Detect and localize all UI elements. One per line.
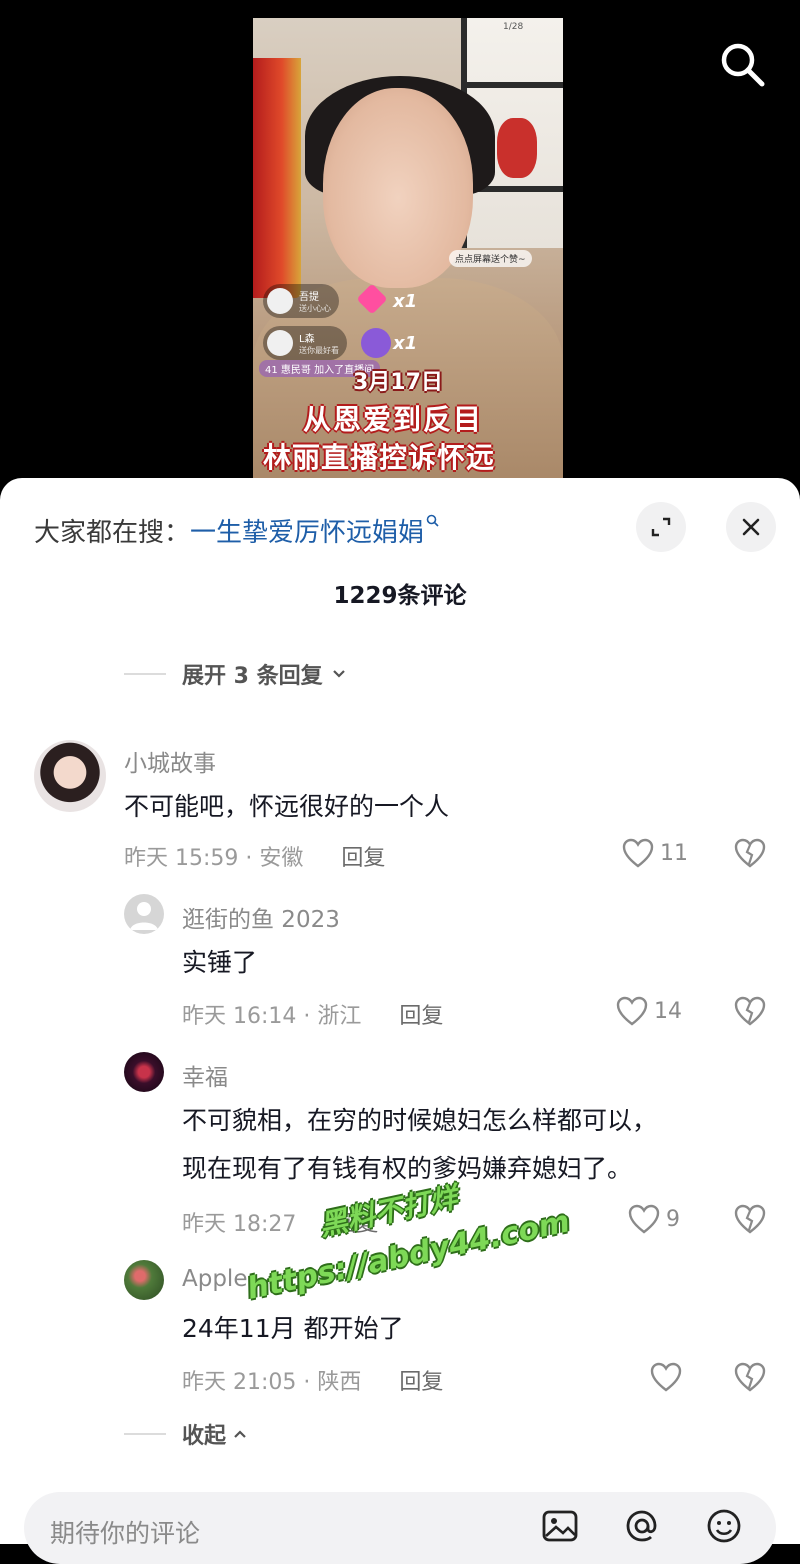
like-button[interactable]: 14 (616, 996, 682, 1026)
shelf-label: 1/28 (503, 22, 524, 32)
avatar[interactable] (124, 894, 164, 934)
avatar[interactable] (34, 740, 106, 812)
comment-time: 昨天 16:14 · 浙江 (182, 1004, 362, 1029)
gift-sub: 送你最好看 (299, 346, 339, 355)
comment-meta: 昨天 15:59 · 安徽 回复 (124, 840, 385, 872)
tap-hint: 点点屏幕送个赞~ (449, 250, 532, 267)
gift-sub: 送小心心 (299, 304, 331, 313)
close-button[interactable] (726, 502, 776, 552)
broken-heart-icon (734, 1204, 766, 1234)
comment-meta: 昨天 18:27 回复 (182, 1206, 378, 1238)
heart-icon (616, 996, 648, 1026)
chevron-up-icon (234, 1430, 246, 1438)
gift-count: x1 (393, 332, 418, 354)
dislike-button[interactable] (734, 1362, 766, 1396)
comment-text: 不可貌相，在穷的时候媳妇怎么样都可以， (182, 1106, 658, 1135)
gift-notice-1: 吾提 送小心心 (263, 284, 339, 318)
gift-user: L森 (299, 334, 315, 345)
at-icon (626, 1510, 657, 1542)
comment-count: 1229条评论 (333, 583, 467, 609)
expand-replies-label: 展开 3 条回复 (182, 664, 323, 689)
close-icon (742, 518, 760, 536)
like-count: 11 (660, 840, 688, 866)
gift-badge-icon (361, 328, 391, 358)
default-avatar-icon (130, 902, 158, 930)
like-button[interactable] (650, 1362, 682, 1392)
comment-user[interactable]: Apple (182, 1266, 247, 1292)
broken-heart-icon (734, 996, 766, 1026)
image-icon (542, 1510, 578, 1542)
gift-count: x1 (393, 290, 418, 312)
video-player[interactable]: 1/28 点点屏幕送个赞~ 吾提 送小心心 x1 L森 送你最好看 x1 41 … (0, 0, 800, 480)
reply-button[interactable]: 回复 (334, 1206, 378, 1238)
video-frame: 1/28 点点屏幕送个赞~ 吾提 送小心心 x1 L森 送你最好看 x1 41 … (253, 18, 563, 480)
heart-icon (622, 838, 654, 868)
comment-time: 昨天 18:27 (182, 1212, 297, 1237)
avatar[interactable] (124, 1260, 164, 1300)
like-count: 14 (654, 998, 682, 1024)
broken-heart-icon (734, 838, 766, 868)
comment-sheet: 大家都在搜： 一生挚爱厉怀远娟娟 1229条评论 展开 3 条回复 小城故事 不… (0, 478, 800, 1564)
comment-user[interactable]: 幸福 (182, 1058, 228, 1092)
search-button[interactable] (716, 38, 768, 90)
heart-icon (628, 1204, 660, 1234)
trending-prefix: 大家都在搜： (34, 518, 191, 548)
red-curtain (253, 58, 301, 298)
heart-icon (650, 1362, 682, 1392)
expand-icon (651, 517, 671, 537)
comment-meta: 昨天 16:14 · 浙江 回复 (182, 998, 443, 1030)
caption-date: 3月17日 (353, 370, 443, 395)
gift-user-avatar (267, 330, 293, 356)
emoji-button[interactable] (704, 1506, 744, 1546)
dislike-button[interactable] (734, 996, 766, 1030)
search-icon (721, 43, 765, 87)
comment-user[interactable]: 逛街的鱼 2023 (182, 900, 340, 934)
comment-user[interactable]: 小城故事 (124, 744, 216, 778)
comment-time: 昨天 15:59 · 安徽 (124, 846, 304, 871)
dislike-button[interactable] (734, 1204, 766, 1238)
emoji-icon (707, 1509, 741, 1543)
gift-user-avatar (267, 288, 293, 314)
like-button[interactable]: 9 (628, 1204, 680, 1234)
reply-button[interactable]: 回复 (399, 1364, 443, 1396)
broken-heart-icon (734, 1362, 766, 1392)
like-count: 9 (666, 1206, 680, 1232)
collapse-replies-button[interactable]: 收起 (124, 1418, 250, 1450)
reply-button[interactable]: 回复 (399, 998, 443, 1030)
image-button[interactable] (540, 1506, 580, 1546)
expand-sheet-button[interactable] (636, 502, 686, 552)
comment-input-placeholder: 期待你的评论 (50, 1519, 201, 1548)
expand-replies-button[interactable]: 展开 3 条回复 (124, 658, 349, 690)
gift-notice-2: L森 送你最好看 (263, 326, 347, 360)
avatar[interactable] (124, 1052, 164, 1092)
divider (124, 673, 166, 675)
comment-text: 24年11月 都开始了 (182, 1314, 404, 1343)
dislike-button[interactable] (734, 838, 766, 872)
chevron-down-icon (332, 670, 345, 678)
comment-text: 现在现有了有钱有权的爹妈嫌弃媳妇了。 (182, 1154, 633, 1183)
collapse-replies-label: 收起 (182, 1424, 227, 1449)
caption-title: 从恩爱到反目 (303, 403, 484, 436)
trending-query-link[interactable]: 一生挚爱厉怀远娟娟 (190, 512, 424, 549)
divider (124, 1433, 166, 1435)
comment-text: 实锤了 (182, 948, 258, 977)
comment-text: 不可能吧，怀远很好的一个人 (124, 792, 450, 821)
mention-button[interactable] (622, 1506, 662, 1546)
like-button[interactable]: 11 (622, 838, 688, 868)
comment-time: 昨天 21:05 · 陕西 (182, 1370, 362, 1395)
reply-button[interactable]: 回复 (341, 840, 385, 872)
comment-meta: 昨天 21:05 · 陕西 回复 (182, 1364, 443, 1396)
trending-search[interactable]: 大家都在搜： 一生挚爱厉怀远娟娟 (34, 512, 440, 549)
caption-subtitle: 林丽直播控诉怀远 (263, 441, 496, 474)
gift-user: 吾提 (299, 292, 319, 303)
comment-input[interactable]: 期待你的评论 (24, 1492, 776, 1564)
search-small-icon (426, 514, 440, 532)
